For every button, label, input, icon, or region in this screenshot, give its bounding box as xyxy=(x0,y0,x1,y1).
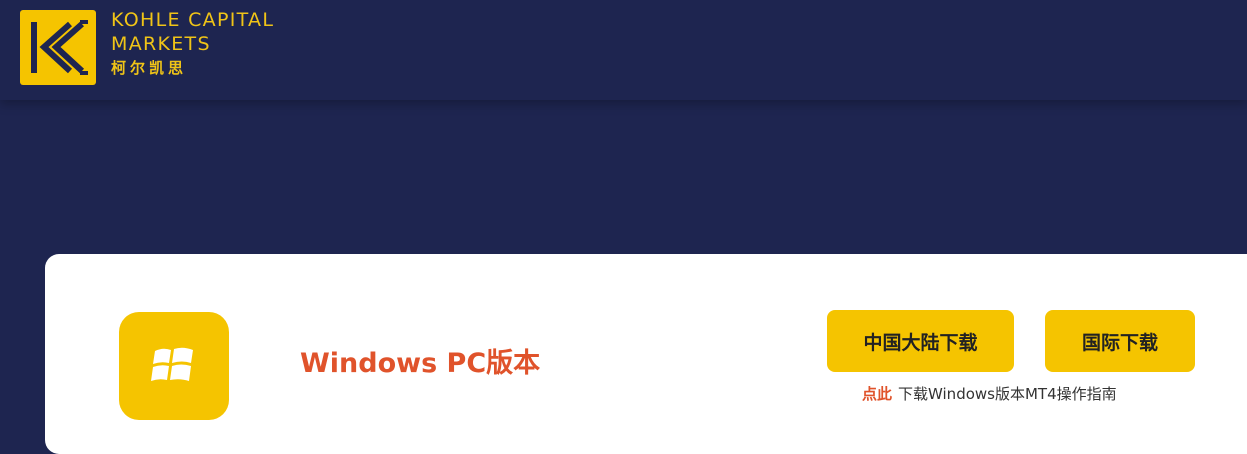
brand-line-1: KOHLE CAPITAL xyxy=(111,9,275,31)
download-mainland-button[interactable]: 中国大陆下载 xyxy=(827,310,1014,372)
site-header: KOHLE CAPITAL MARKETS 柯尔凯思 xyxy=(0,0,1247,100)
guide-line: 点此 下载Windows版本MT4操作指南 xyxy=(862,384,1117,404)
guide-link[interactable]: 点此 xyxy=(862,385,892,403)
windows-icon xyxy=(119,312,229,420)
brand-chinese-name: 柯尔凯思 xyxy=(111,59,188,77)
windows-download-card: Windows PC版本 中国大陆下载 国际下载 点此 下载Windows版本MT… xyxy=(45,254,1247,454)
product-title: Windows PC版本 xyxy=(300,348,541,379)
guide-text: 下载Windows版本MT4操作指南 xyxy=(898,385,1117,403)
brand-logo-icon[interactable] xyxy=(20,10,96,85)
brand-name[interactable]: KOHLE CAPITAL MARKETS 柯尔凯思 xyxy=(111,8,274,79)
download-international-button[interactable]: 国际下载 xyxy=(1045,310,1195,372)
brand-line-2: MARKETS xyxy=(111,33,211,55)
